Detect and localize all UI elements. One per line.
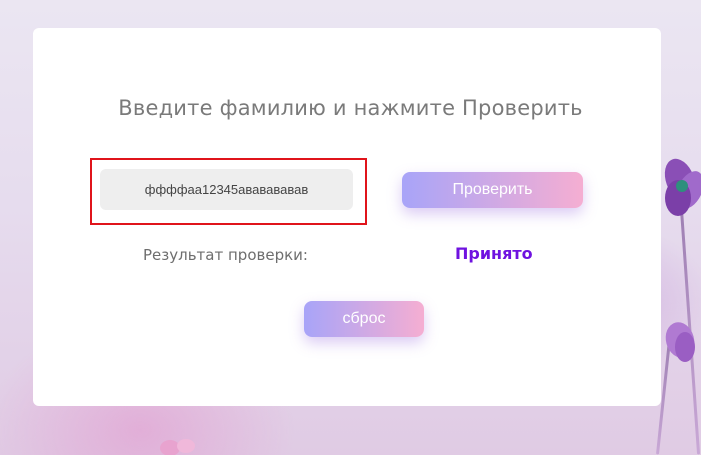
- flower-decoration-icon: [160, 439, 195, 455]
- check-button[interactable]: Проверить: [402, 172, 583, 208]
- flower-decoration-icon: [665, 322, 695, 362]
- result-value: Принято: [455, 244, 533, 263]
- page-title: Введите фамилию и нажмите Проверить: [118, 96, 583, 120]
- surname-input[interactable]: [100, 169, 353, 210]
- reset-button[interactable]: сброс: [304, 301, 424, 337]
- result-label: Результат проверки:: [143, 246, 308, 264]
